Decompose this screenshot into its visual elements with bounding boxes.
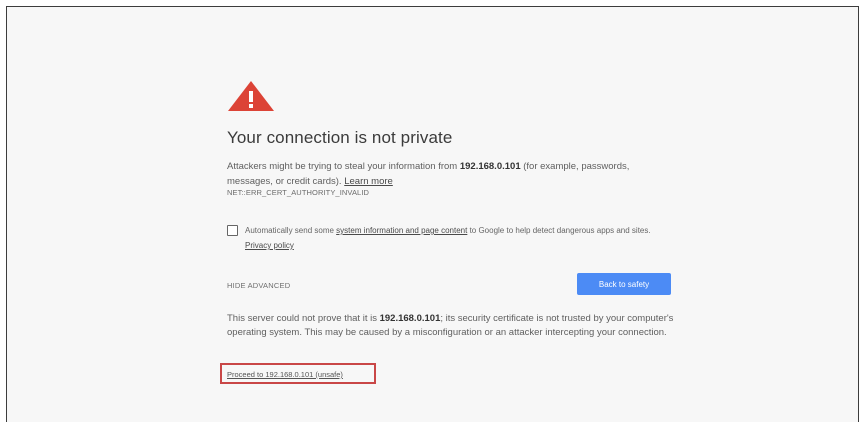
intro-prefix: Attackers might be trying to steal your … bbox=[227, 161, 460, 172]
system-info-link[interactable]: system information and page content bbox=[336, 226, 467, 235]
report-checkbox[interactable] bbox=[227, 225, 238, 236]
learn-more-link[interactable]: Learn more bbox=[344, 176, 393, 187]
report-text: Automatically send some system informati… bbox=[245, 223, 655, 253]
proceed-unsafe-link[interactable]: Proceed to 192.168.0.101 (unsafe) bbox=[227, 370, 343, 379]
page-title: Your connection is not private bbox=[227, 128, 453, 147]
hide-advanced-button[interactable]: HIDE ADVANCED bbox=[227, 281, 290, 290]
details-host: 192.168.0.101 bbox=[379, 313, 441, 324]
details-text: This server could not prove that it is 1… bbox=[227, 312, 679, 340]
back-to-safety-button[interactable]: Back to safety bbox=[577, 273, 671, 295]
privacy-policy-link[interactable]: Privacy policy bbox=[245, 241, 294, 250]
warning-triangle-icon bbox=[228, 81, 274, 111]
report-text-prefix: Automatically send some bbox=[245, 226, 337, 235]
details-prefix: This server could not prove that it is bbox=[227, 313, 380, 324]
intro-host: 192.168.0.101 bbox=[459, 161, 521, 172]
report-text-middle: to Google to help detect dangerous apps … bbox=[467, 226, 651, 235]
browser-page: Your connection is not private Attackers… bbox=[6, 6, 859, 422]
intro-text: Attackers might be trying to steal your … bbox=[227, 159, 677, 189]
error-code: NET::ERR_CERT_AUTHORITY_INVALID bbox=[227, 188, 370, 197]
